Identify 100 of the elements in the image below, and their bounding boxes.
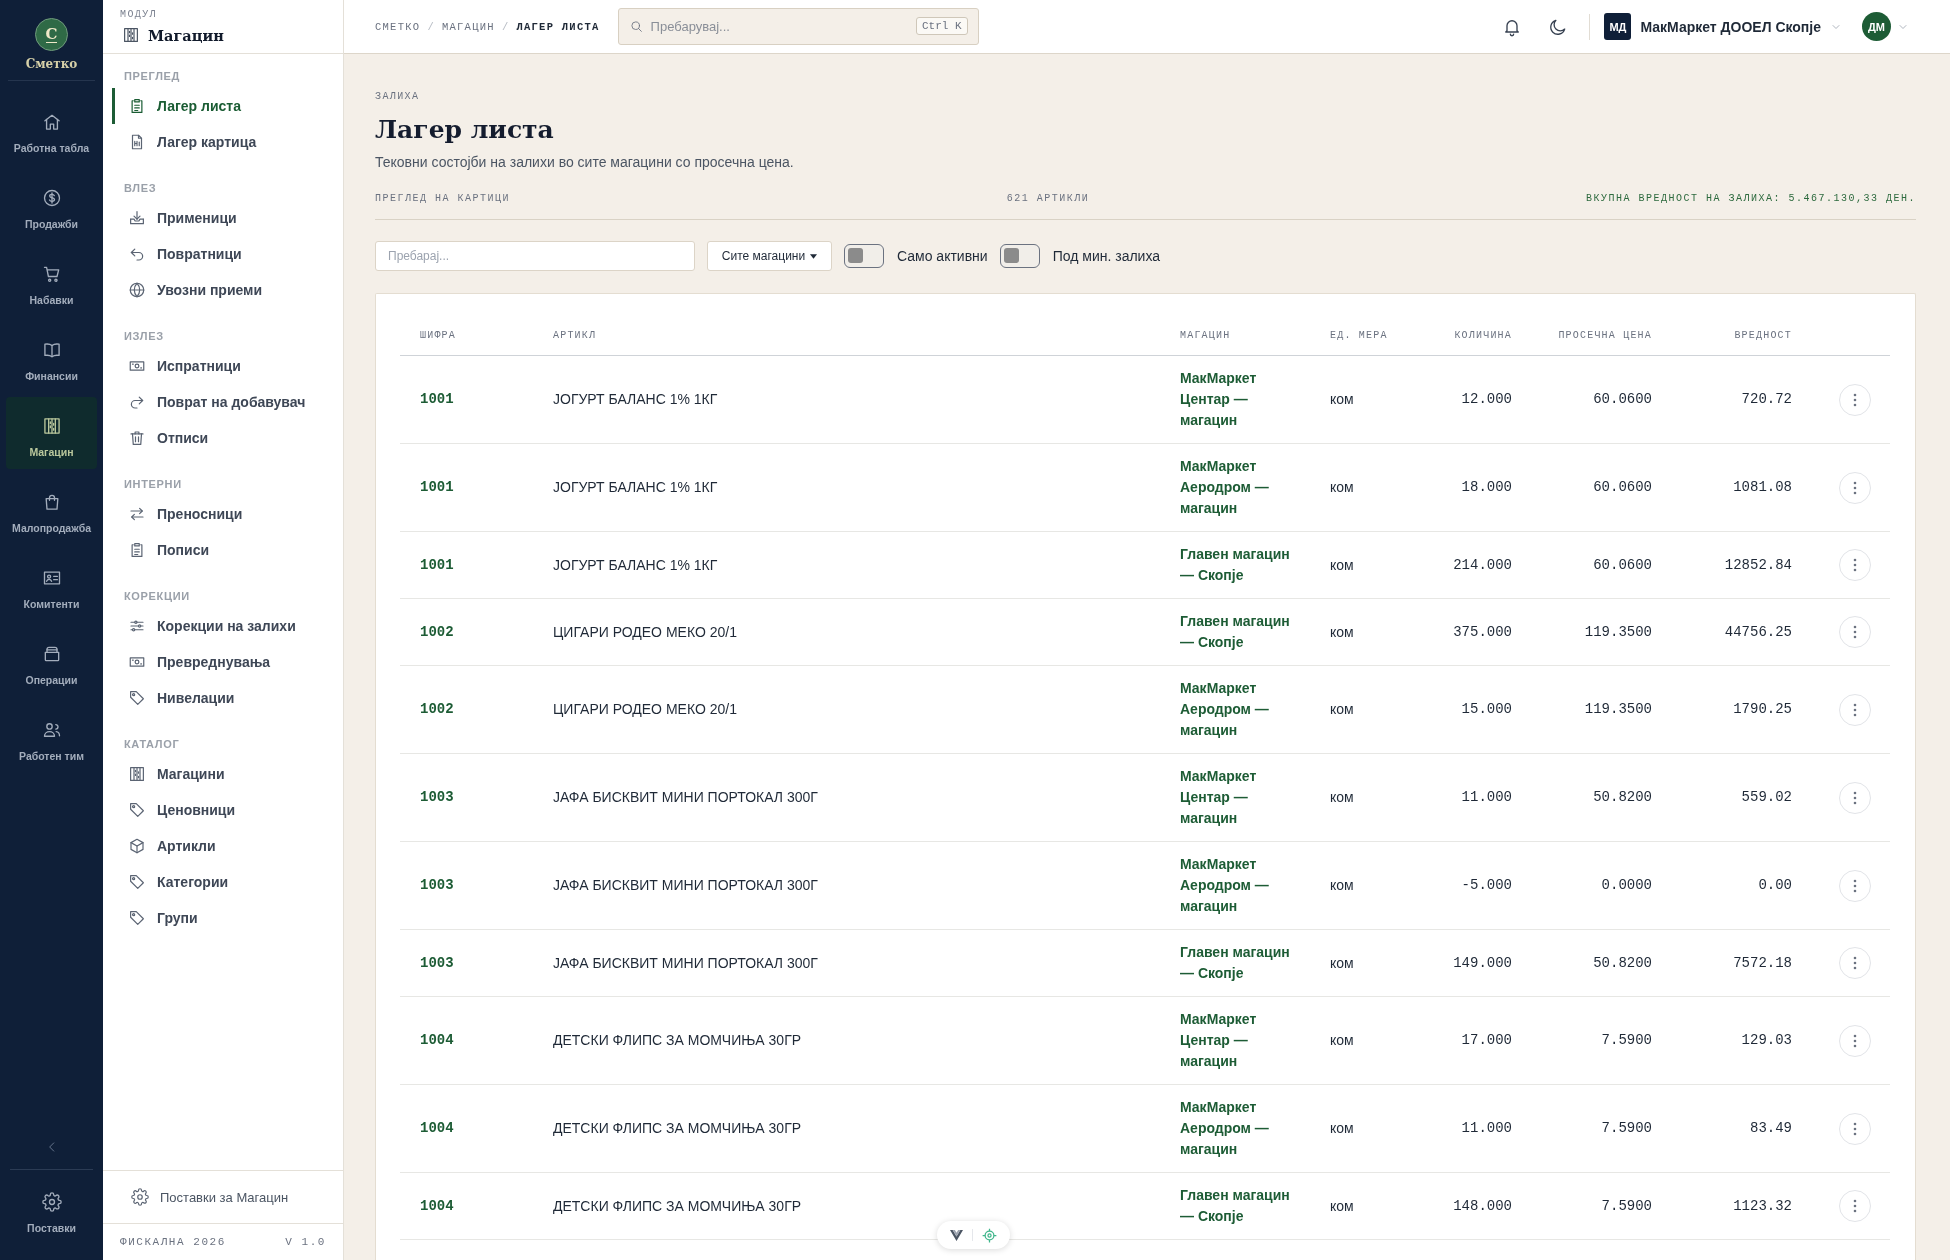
sidebar-nav-item[interactable]: Испратници	[112, 348, 331, 384]
kebab-icon	[1853, 1033, 1857, 1048]
user-avatar: ДМ	[1862, 12, 1891, 41]
search-input[interactable]: Пребарај...	[375, 241, 695, 271]
sidebar-nav-item[interactable]: Ценовници	[112, 792, 331, 828]
sidebar-nav-item[interactable]: Поврат на добавувач	[112, 384, 331, 420]
breadcrumb-link[interactable]: МАГАЦИН	[441, 20, 495, 33]
sidebar-nav-item[interactable]: Повратници	[112, 236, 331, 272]
sidebar-nav-item[interactable]: Превреднувања	[112, 644, 331, 680]
module-settings-link[interactable]: Поставки за Магацин	[103, 1171, 343, 1224]
sidebar-nav-item[interactable]: Категории	[112, 864, 331, 900]
unit-label: ком	[1330, 1031, 1354, 1050]
row-menu-button[interactable]	[1839, 1112, 1871, 1145]
row-menu-button[interactable]	[1839, 947, 1871, 979]
sidebar-nav-item[interactable]: Групи	[112, 900, 331, 936]
toggle-label: Под мин. залиха	[1052, 248, 1161, 264]
swap-arrows-icon	[128, 505, 146, 523]
row-menu-button[interactable]	[1839, 869, 1871, 902]
devtools-pill[interactable]	[937, 1221, 1010, 1249]
sidebar-nav-item[interactable]: Увозни приеми	[112, 272, 331, 308]
average-price: 50.8200	[1593, 953, 1652, 973]
store-link[interactable]: Главен магацин — Скопје	[1180, 1185, 1306, 1227]
rail-nav-item[interactable]: Продажби	[6, 169, 97, 241]
company-switcher[interactable]: МД МакМаркет ДООЕЛ Скопје	[1604, 13, 1842, 40]
row-menu-button[interactable]	[1839, 616, 1871, 648]
item-code[interactable]: 1001	[420, 554, 454, 576]
tag-icon	[128, 801, 146, 819]
store-link[interactable]: Главен магацин — Скопје	[1180, 942, 1306, 984]
cart-icon	[41, 264, 62, 284]
search-icon	[629, 20, 643, 33]
sidebar-nav-item[interactable]: Отписи	[112, 420, 331, 456]
cube-icon	[128, 837, 146, 855]
row-menu-button[interactable]	[1839, 1190, 1871, 1222]
rail-nav-item[interactable]: Комитенти	[6, 549, 97, 621]
rail-nav-item[interactable]: Малопродажба	[6, 473, 97, 545]
kebab-icon	[1853, 1199, 1857, 1213]
item-code[interactable]: 1002	[420, 699, 454, 720]
rail-nav-item[interactable]: Магацин	[6, 397, 97, 469]
row-menu-button[interactable]	[1839, 471, 1871, 504]
article-name: ЈОГУРТ БАЛАНС 1% 1КГ	[553, 390, 718, 409]
shelves-icon	[128, 765, 146, 783]
row-menu-button[interactable]	[1839, 549, 1871, 581]
sidebar-nav-item[interactable]: Корекции на залихи	[112, 608, 331, 644]
sidebar-nav-item[interactable]: Артикли	[112, 828, 331, 864]
stock-value: 0.00	[1758, 876, 1792, 895]
store-link[interactable]: МакМаркет Центар — магацин	[1180, 368, 1306, 431]
row-menu-button[interactable]	[1839, 1024, 1871, 1057]
redo-arrow-icon	[128, 393, 146, 411]
sidebar-nav-item[interactable]: Преносници	[112, 496, 331, 532]
tag-icon	[128, 689, 146, 707]
unit-label: ком	[1330, 555, 1354, 575]
item-code[interactable]: 1004	[420, 1118, 454, 1139]
row-menu-button[interactable]	[1839, 781, 1871, 814]
sidebar-nav-item[interactable]: Пописи	[112, 532, 331, 568]
store-link[interactable]: МакМаркет Аеродром — магацин	[1180, 854, 1306, 917]
article-name: ДЕТСКИ ФЛИПС ЗА МОМЧИЊА 30ГР	[553, 1119, 802, 1138]
rail-nav-item[interactable]: Финансии	[6, 321, 97, 393]
store-link[interactable]: Главен магацин — Скопје	[1180, 611, 1306, 653]
store-link[interactable]: МакМаркет Аеродром — магацин	[1180, 678, 1306, 741]
store-link[interactable]: МакМаркет Аеродром — магацин	[1180, 1097, 1306, 1160]
stock-value: 720.72	[1741, 390, 1792, 409]
sidebar-nav-item[interactable]: Применици	[112, 200, 331, 236]
item-code[interactable]: 1001	[420, 389, 454, 410]
row-menu-button[interactable]	[1839, 383, 1871, 416]
toggle-switch[interactable]	[844, 244, 884, 268]
row-menu-button[interactable]	[1839, 693, 1871, 726]
average-price: 119.3500	[1584, 700, 1652, 719]
rail-nav-item[interactable]: Работна табла	[6, 93, 97, 165]
rail-nav-item[interactable]: Работен тим	[6, 701, 97, 773]
user-menu[interactable]: ДМ	[1862, 12, 1909, 41]
item-code[interactable]: 1004	[420, 1195, 454, 1217]
globe-icon	[128, 281, 146, 299]
breadcrumb-link[interactable]: СМЕТКО	[375, 20, 421, 33]
store-link[interactable]: МакМаркет Центар — магацин	[1180, 766, 1306, 829]
quantity-value: 12.000	[1461, 390, 1512, 409]
rail-nav-item[interactable]: Поставки	[6, 1170, 97, 1260]
sidebar-nav-item[interactable]: Магацини	[112, 756, 331, 792]
rail-nav-item[interactable]: Операции	[6, 625, 97, 697]
item-code[interactable]: 1001	[420, 477, 454, 498]
store-link[interactable]: МакМаркет Центар — магацин	[1180, 1009, 1306, 1072]
store-link[interactable]: МакМаркет Аеродром — магацин	[1180, 456, 1306, 519]
toggle-switch[interactable]	[999, 244, 1040, 268]
store-dropdown[interactable]: Сите магацини	[707, 241, 832, 271]
item-code[interactable]: 1003	[420, 952, 454, 974]
sidebar-nav-item[interactable]: Лагер листа	[112, 88, 331, 124]
item-code[interactable]: 1003	[420, 875, 454, 896]
rail-nav-item[interactable]: Набавки	[6, 245, 97, 317]
item-code[interactable]: 1004	[420, 1030, 454, 1051]
stock-value: 12852.84	[1724, 555, 1792, 575]
item-code[interactable]: 1002	[420, 621, 454, 643]
article-name: ДЕТСКИ ФЛИПС ЗА МОМЧИЊА 30ГР	[553, 1031, 802, 1050]
dollar-circle-icon	[41, 188, 62, 208]
sidebar-nav-item[interactable]: Лагер картица	[112, 124, 331, 160]
sidebar-nav-item[interactable]: Нивелации	[112, 680, 331, 716]
brand-name: Сметко	[25, 56, 78, 72]
quantity-value: 148.000	[1453, 1196, 1512, 1216]
store-link[interactable]: Главен магацин — Скопје	[1180, 544, 1306, 586]
shortcut-key: Ctrl K	[916, 17, 968, 35]
section-heading: ИЗЛЕЗ	[123, 329, 165, 344]
item-code[interactable]: 1003	[420, 787, 454, 808]
